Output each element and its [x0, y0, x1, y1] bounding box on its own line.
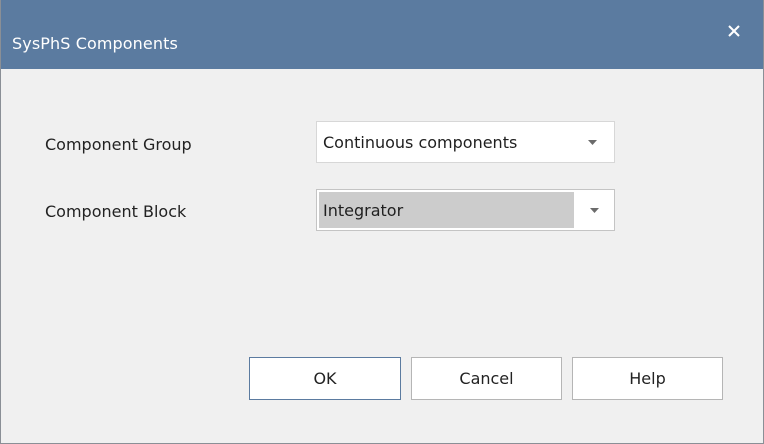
component-group-label: Component Group [45, 135, 192, 154]
sysphs-components-dialog: SysPhS Components Component Group Contin… [0, 0, 764, 444]
close-icon [728, 25, 740, 37]
close-button[interactable] [713, 14, 755, 48]
component-block-value: Integrator [323, 200, 404, 220]
window-title: SysPhS Components [12, 34, 178, 53]
component-group-value: Continuous components [323, 132, 518, 152]
title-bar: SysPhS Components [1, 0, 763, 69]
ok-button[interactable]: OK [249, 357, 401, 400]
chevron-down-icon [585, 122, 599, 162]
component-group-select[interactable]: Continuous components [316, 121, 615, 163]
cancel-button[interactable]: Cancel [411, 357, 562, 400]
component-block-select[interactable]: Integrator [316, 189, 615, 231]
help-button[interactable]: Help [572, 357, 723, 400]
chevron-down-icon [587, 190, 601, 230]
component-block-label: Component Block [45, 202, 187, 221]
